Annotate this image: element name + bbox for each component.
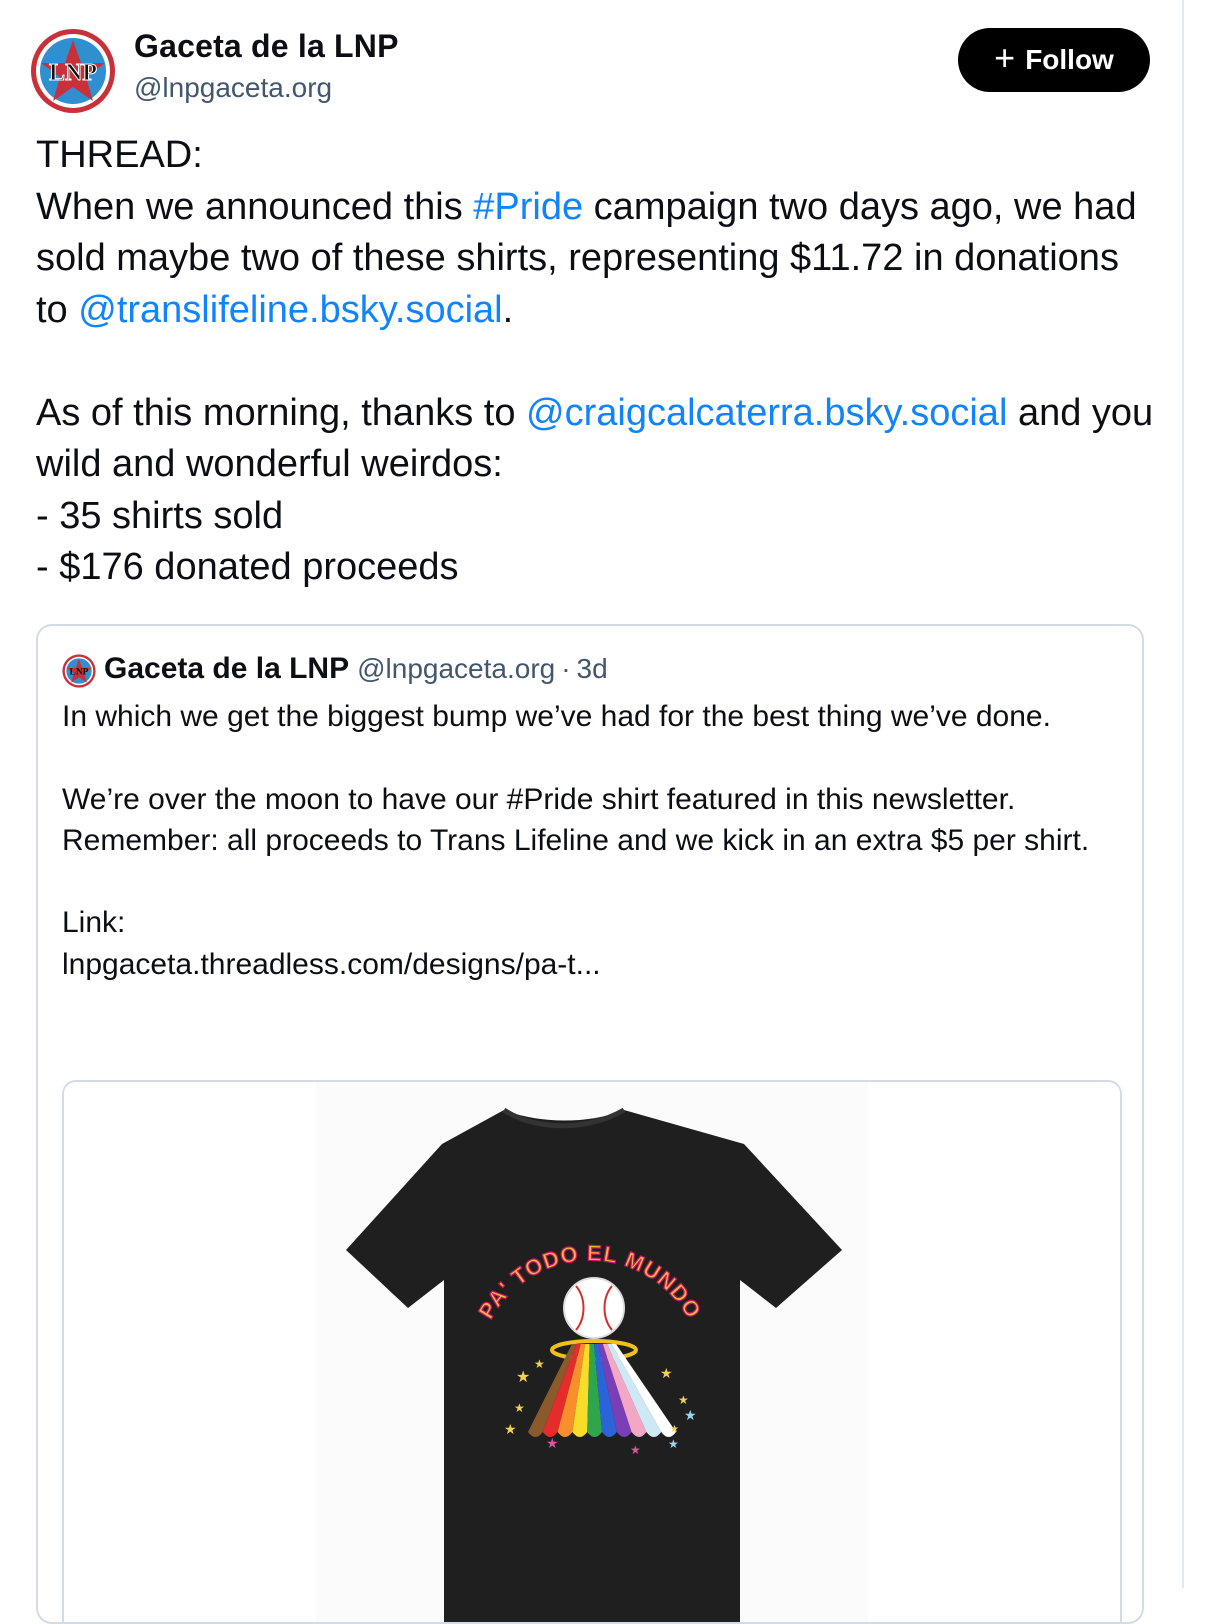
mention-craigcalcaterra-link[interactable]: @craigcalcaterra.bsky.social — [526, 392, 1007, 434]
baseball-icon — [563, 1277, 625, 1339]
avatar-logo-text: LNP — [49, 60, 97, 86]
quoted-author-name[interactable]: Gaceta de la LNP — [104, 652, 349, 685]
follow-button-label: Follow — [1025, 44, 1114, 75]
quoted-post-card[interactable]: LNP Gaceta de la LNP @lnpgaceta.org · 3d In… — [36, 624, 1144, 1624]
quoted-post-text: In which we get the biggest bump we’ve h… — [62, 700, 1090, 981]
svg-text:★: ★ — [534, 1357, 545, 1371]
post-list-item: - $176 donated proceeds — [36, 546, 459, 588]
timeline-divider — [1182, 0, 1184, 1588]
author-name[interactable]: Gaceta de la LNP — [134, 28, 399, 65]
quoted-post-image[interactable]: PA' TODO EL MUNDO ★ ★ ★ ★ ★ ★ ★ ★ ★ ★ ★ — [62, 1080, 1122, 1622]
svg-text:★: ★ — [546, 1435, 559, 1451]
post-text-segment: . — [502, 288, 514, 331]
svg-text:★: ★ — [514, 1401, 525, 1415]
quoted-avatar-logo-text: LNP — [70, 668, 89, 678]
pride-shirt-image: PA' TODO EL MUNDO ★ ★ ★ ★ ★ ★ ★ ★ ★ ★ ★ — [64, 1082, 1120, 1622]
svg-text:★: ★ — [684, 1407, 697, 1423]
post-line-thread: THREAD: — [36, 134, 203, 176]
svg-text:★: ★ — [660, 1365, 673, 1381]
svg-text:★: ★ — [670, 1424, 679, 1435]
post-paragraph-1: When we announced this #Pride campaign t… — [36, 186, 1147, 331]
post-text-segment: As of this morning, thanks to — [36, 391, 527, 434]
quoted-separator: · — [561, 653, 571, 684]
plus-icon: + — [994, 37, 1016, 78]
post-text-segment: When we announced this — [36, 185, 474, 228]
post-text: THREAD: When we announced this #Pride ca… — [36, 130, 1156, 594]
svg-text:★: ★ — [504, 1421, 517, 1437]
svg-text:★: ★ — [516, 1369, 530, 1386]
hashtag-pride-link[interactable]: #Pride — [473, 186, 583, 228]
follow-button[interactable]: + Follow — [958, 28, 1150, 92]
author-handle[interactable]: @lnpgaceta.org — [134, 72, 332, 104]
svg-text:★: ★ — [678, 1393, 689, 1407]
quoted-timestamp[interactable]: 3d — [577, 653, 608, 684]
quoted-post-header: Gaceta de la LNP @lnpgaceta.org · 3d — [104, 652, 608, 686]
mention-translifeline-link[interactable]: @translifeline.bsky.social — [78, 289, 502, 331]
svg-text:★: ★ — [668, 1437, 679, 1451]
quoted-author-avatar[interactable]: LNP — [62, 654, 96, 688]
author-avatar[interactable]: LNP — [30, 28, 116, 114]
post-paragraph-2: As of this morning, thanks to @craigcalc… — [36, 392, 1164, 486]
post-list-item: - 35 shirts sold — [36, 494, 284, 537]
quoted-author-handle[interactable]: @lnpgaceta.org — [357, 653, 555, 684]
svg-text:★: ★ — [630, 1443, 641, 1457]
